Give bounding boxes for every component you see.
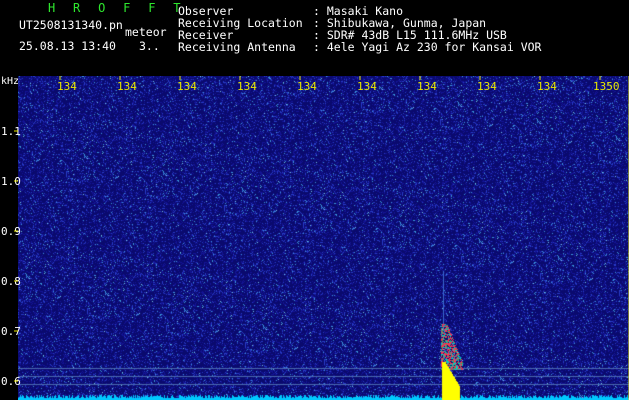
x-tick-label: 134: [117, 80, 137, 93]
plot-axes: kHz 1.1 1.0 0.9 0.8 0.7 0.6 134 134 134 …: [1, 76, 629, 400]
x-tick-label: 134: [417, 80, 437, 93]
x-tick-label: 134: [237, 80, 257, 93]
x-tick-label: 134: [177, 80, 197, 93]
x-tick-label: 134: [477, 80, 497, 93]
x-tick-label: 134: [357, 80, 377, 93]
x-tick-label: 134: [537, 80, 557, 93]
x-tick-label: 134: [297, 80, 317, 93]
x-tick-label: 134: [57, 80, 77, 93]
y-axis-unit: kHz: [1, 76, 19, 87]
x-tick-label: 1350: [593, 80, 620, 93]
